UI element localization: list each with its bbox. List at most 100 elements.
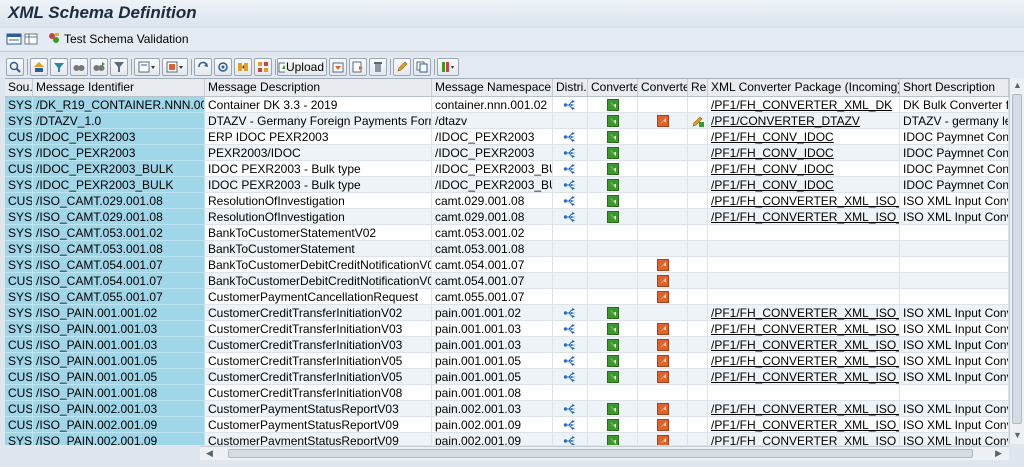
distribution-cell[interactable] <box>553 241 588 257</box>
converter-out-cell[interactable] <box>638 273 688 289</box>
table-row[interactable]: CUS/IDOC_PEXR2003 ERP IDOC PEXR2003/IDOC_… <box>5 129 1009 145</box>
converter-package-link[interactable]: /PF1/FH_CONVERTER_XML_ISO_IPM <box>708 193 900 209</box>
converter-in-cell[interactable] <box>588 353 638 369</box>
scroll-up-icon[interactable]: ▲ <box>1013 80 1022 90</box>
distribution-cell[interactable] <box>553 321 588 337</box>
distribution-cell[interactable] <box>553 401 588 417</box>
converter-package-link[interactable]: /PF1/FH_CONVERTER_XML_ISO_IPM <box>708 305 900 321</box>
converter-out-cell[interactable] <box>638 161 688 177</box>
distribution-icon[interactable] <box>563 355 577 367</box>
table-row[interactable]: CUS/ISO_PAIN.002.001.09 CustomerPaymentSt… <box>5 417 1009 433</box>
distribution-cell[interactable] <box>553 257 588 273</box>
re-cell[interactable] <box>688 177 708 193</box>
re-cell[interactable] <box>688 273 708 289</box>
converter-in-cell[interactable] <box>588 273 638 289</box>
column-header-message-description[interactable]: Message Description <box>205 79 432 96</box>
delete-button[interactable] <box>369 58 387 76</box>
converter-out-cell[interactable] <box>638 385 688 401</box>
table-row[interactable]: CUS/ISO_PAIN.002.001.03 CustomerPaymentSt… <box>5 401 1009 417</box>
converter-in-cell[interactable] <box>588 193 638 209</box>
table-row[interactable]: CUS/ISO_PAIN.001.001.08 CustomerCreditTra… <box>5 385 1009 401</box>
converter-incoming-icon[interactable] <box>606 338 619 351</box>
filter-button[interactable] <box>50 58 68 76</box>
converter-incoming-icon[interactable] <box>606 418 619 431</box>
column-header-converter-out[interactable]: Converter <box>638 79 688 96</box>
column-header-converter-in[interactable]: Converter <box>588 79 638 96</box>
distribution-icon[interactable] <box>563 339 577 351</box>
converter-incoming-icon[interactable] <box>606 370 619 383</box>
converter-incoming-icon[interactable] <box>606 434 619 445</box>
distribution-icon[interactable] <box>563 371 577 383</box>
column-header-re[interactable]: Re... <box>688 79 708 96</box>
scroll-left-icon[interactable]: ◀ <box>206 448 213 459</box>
converter-outgoing-icon[interactable] <box>656 434 669 445</box>
converter-package-link[interactable]: /PF1/FH_CONVERTER_XML_DK <box>708 97 900 113</box>
converter-in-cell[interactable] <box>588 241 638 257</box>
table-row[interactable]: SYS/ISO_PAIN.002.001.09 CustomerPaymentSt… <box>5 433 1009 445</box>
test-schema-validation-button[interactable]: Test Schema Validation <box>47 31 189 47</box>
converter-package-link[interactable] <box>708 289 900 305</box>
converter-out-cell[interactable] <box>638 417 688 433</box>
distribution-cell[interactable] <box>553 433 588 445</box>
column-header-message-identifier[interactable]: Message Identifier <box>33 79 205 96</box>
converter-outgoing-icon[interactable] <box>656 338 669 351</box>
scroll-down-icon[interactable]: ▼ <box>1013 430 1022 440</box>
converter-package-link[interactable]: /PF1/FH_CONVERTER_XML_ISO_IPM <box>708 353 900 369</box>
re-cell[interactable] <box>688 289 708 305</box>
converter-out-cell[interactable] <box>638 97 688 113</box>
choose-layout-button[interactable] <box>234 58 252 76</box>
re-cell[interactable] <box>688 401 708 417</box>
distribution-icon[interactable] <box>563 195 577 207</box>
distribution-cell[interactable] <box>553 369 588 385</box>
converter-in-cell[interactable] <box>588 97 638 113</box>
table-row[interactable]: SYS/ISO_CAMT.054.001.07 BankToCustomerDeb… <box>5 257 1009 273</box>
distribution-icon[interactable] <box>563 419 577 431</box>
re-cell[interactable] <box>688 337 708 353</box>
details-button[interactable] <box>6 58 24 76</box>
vertical-scrollbar[interactable]: ▲ ▼ <box>1009 78 1024 444</box>
download-button[interactable] <box>329 58 347 76</box>
distribution-cell[interactable] <box>553 193 588 209</box>
converter-out-cell[interactable] <box>638 257 688 273</box>
converter-package-link[interactable]: /PF1/FH_CONVERTER_XML_ISO_IPM <box>708 321 900 337</box>
converter-outgoing-icon[interactable] <box>656 370 669 383</box>
converter-incoming-icon[interactable] <box>606 178 619 191</box>
distribution-cell[interactable] <box>553 385 588 401</box>
converter-incoming-icon[interactable] <box>606 162 619 175</box>
column-header-message-namespace[interactable]: Message Namespace <box>432 79 553 96</box>
converter-package-link[interactable]: /PF1/FH_CONV_IDOC <box>708 177 900 193</box>
converter-incoming-icon[interactable] <box>606 130 619 143</box>
table-row[interactable]: CUS/ISO_PAIN.001.001.03 CustomerCreditTra… <box>5 337 1009 353</box>
table-row[interactable]: CUS/ISO_PAIN.001.001.05 CustomerCreditTra… <box>5 369 1009 385</box>
converter-in-cell[interactable] <box>588 321 638 337</box>
converter-outgoing-icon[interactable] <box>656 258 669 271</box>
converter-outgoing-icon[interactable] <box>656 114 669 127</box>
converter-outgoing-icon[interactable] <box>656 402 669 415</box>
distribution-cell[interactable] <box>553 145 588 161</box>
refresh-button[interactable] <box>194 58 212 76</box>
converter-in-cell[interactable] <box>588 177 638 193</box>
converter-outgoing-icon[interactable] <box>656 290 669 303</box>
converter-outgoing-icon[interactable] <box>656 322 669 335</box>
distribution-icon[interactable] <box>563 179 577 191</box>
table-row[interactable]: SYS/ISO_CAMT.053.001.08 BankToCustomerSta… <box>5 241 1009 257</box>
set-filter-button[interactable] <box>110 58 128 76</box>
sort-ascending-button[interactable] <box>30 58 48 76</box>
converter-out-cell[interactable] <box>638 369 688 385</box>
export-button[interactable] <box>349 58 367 76</box>
converter-in-cell[interactable] <box>588 289 638 305</box>
horizontal-scrollbar[interactable]: ◀ ▶ <box>200 446 1009 460</box>
distribution-icon[interactable] <box>563 323 577 335</box>
distribution-icon[interactable] <box>563 131 577 143</box>
converter-outgoing-icon[interactable] <box>656 274 669 287</box>
converter-incoming-icon[interactable] <box>606 306 619 319</box>
re-cell[interactable] <box>688 145 708 161</box>
re-cell[interactable] <box>688 257 708 273</box>
total-button[interactable] <box>134 58 160 76</box>
distribution-cell[interactable] <box>553 225 588 241</box>
table-row[interactable]: SYS/ISO_CAMT.053.001.02 BankToCustomerSta… <box>5 225 1009 241</box>
distribution-cell[interactable] <box>553 209 588 225</box>
distribution-cell[interactable] <box>553 273 588 289</box>
re-cell[interactable] <box>688 369 708 385</box>
converter-out-cell[interactable] <box>638 193 688 209</box>
